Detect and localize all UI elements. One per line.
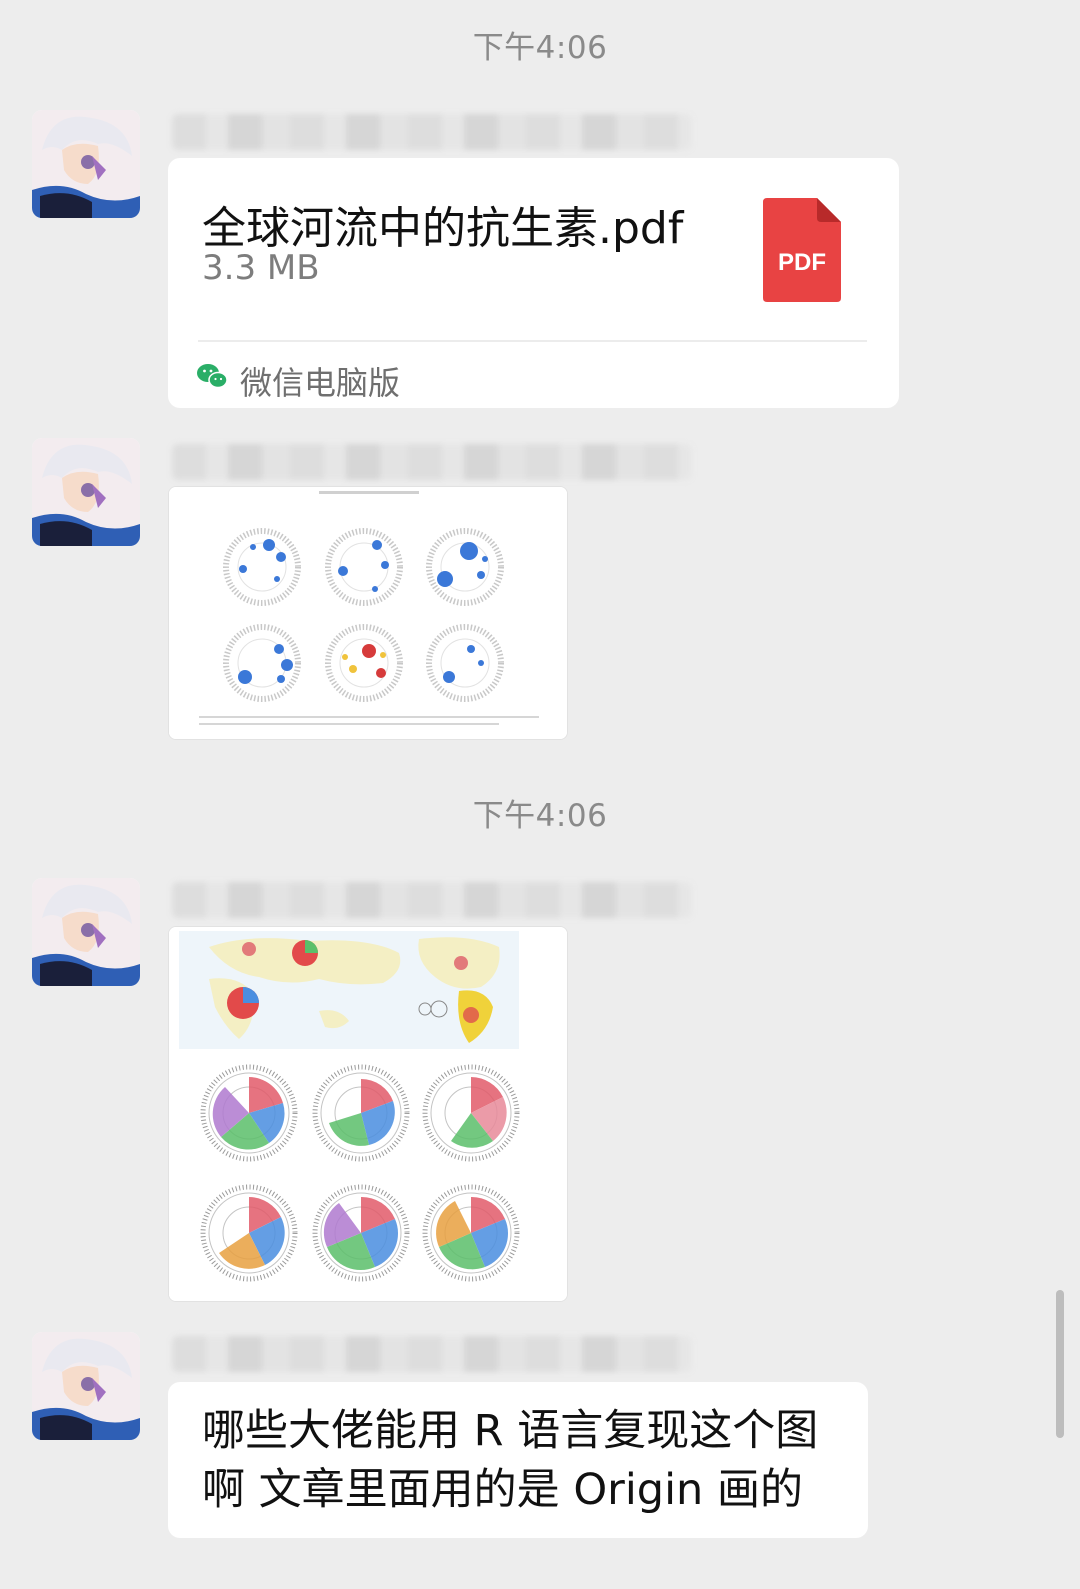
avatar-icon — [32, 110, 140, 218]
text-message-bubble[interactable]: 哪些大佬能用 R 语言复现这个图 啊 文章里面用的是 Origin 画的 — [168, 1382, 868, 1538]
card-divider — [198, 340, 867, 342]
message-text: 哪些大佬能用 R 语言复现这个图 啊 文章里面用的是 Origin 画的 — [202, 1402, 818, 1520]
avatar[interactable] — [32, 110, 140, 218]
source-label: 微信电脑版 — [240, 364, 401, 402]
avatar-icon — [32, 438, 140, 546]
image-message-radial-charts[interactable] — [168, 486, 568, 740]
avatar[interactable] — [32, 878, 140, 986]
message-line-1: 哪些大佬能用 R 语言复现这个图 — [202, 1406, 819, 1456]
avatar-icon — [32, 1332, 140, 1440]
avatar[interactable] — [32, 1332, 140, 1440]
file-name: 全球河流中的抗生素.pdf — [202, 203, 684, 254]
chart-thumbnail-image — [169, 487, 567, 739]
file-size: 3.3 MB — [202, 248, 320, 288]
message-line-2: 啊 文章里面用的是 Origin 画的 — [202, 1465, 803, 1515]
wechat-icon — [197, 364, 228, 389]
timestamp: 下午4:06 — [472, 798, 608, 834]
sender-name-blurred — [172, 444, 692, 480]
pdf-badge-text: PDF — [778, 249, 826, 276]
scrollbar-thumb[interactable] — [1056, 1290, 1064, 1438]
pdf-file-icon: PDF — [763, 198, 841, 302]
file-message-card[interactable]: 全球河流中的抗生素.pdf 3.3 MB PDF 微信电脑版 — [168, 158, 899, 408]
sender-name-blurred — [172, 114, 692, 150]
sender-name-blurred — [172, 882, 692, 918]
image-message-map-charts[interactable] — [168, 926, 568, 1302]
timestamp: 下午4:06 — [472, 30, 608, 66]
avatar-icon — [32, 878, 140, 986]
sender-name-blurred — [172, 1336, 692, 1372]
avatar[interactable] — [32, 438, 140, 546]
map-chart-thumbnail-image — [169, 927, 567, 1301]
